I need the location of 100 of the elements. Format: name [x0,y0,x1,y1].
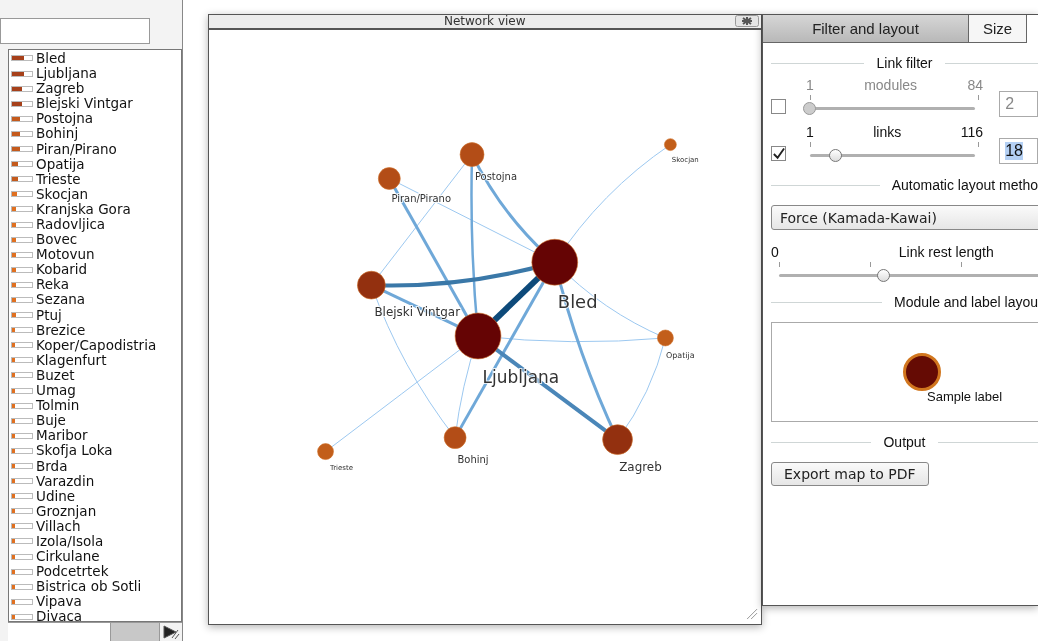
list-item[interactable]: Bistrica ob Sotli [9,579,181,595]
list-item[interactable]: Izola/Isola [9,533,181,549]
strength-bar [11,176,33,183]
list-item[interactable]: Motovun [9,247,181,263]
value-field[interactable]: 18 [999,138,1038,164]
module-node[interactable] [443,426,466,449]
strength-bar [11,613,33,620]
range-min: 1 [805,77,814,93]
list-item[interactable]: Klagenfurt [9,352,181,368]
module-node[interactable] [601,424,633,455]
checkbox[interactable] [771,146,786,161]
module-node[interactable] [356,270,386,300]
list-item[interactable]: Koper/Capodistria [9,337,181,353]
strength-bar [11,85,33,92]
section-title: Link filter [876,55,933,71]
list-item[interactable]: Varazdin [9,473,181,489]
module-node[interactable] [377,167,401,190]
list-item[interactable]: Radovljica [9,216,181,233]
list-item[interactable]: Trieste [9,171,181,187]
module-node[interactable] [663,138,677,151]
list-item[interactable]: Brda [9,458,181,474]
list-item[interactable]: Groznjan [9,503,181,519]
strength-bar [11,402,33,409]
slider-label: links [873,124,902,140]
list-item[interactable]: Sezana [9,292,181,308]
list-item[interactable]: Blejski Vintgar [9,96,181,112]
list-item[interactable]: Ptuj [9,307,181,323]
slider-thumb[interactable] [877,269,890,282]
node-label: Zagreb [618,459,662,474]
module-node[interactable] [459,142,484,167]
strength-bar [11,327,33,334]
strength-bar [11,583,33,590]
node-label: Opatija [665,350,695,360]
list-item[interactable]: Vipava [9,594,181,610]
list-item[interactable]: Bovec [9,232,181,248]
slider-label: Link rest length [898,244,994,260]
tab[interactable]: Size [969,15,1028,43]
list-item[interactable]: Skofja Loka [9,443,181,459]
list-item[interactable]: Villach [9,518,181,534]
strength-bar [11,463,33,469]
strength-bar [11,387,33,394]
range-max: 84 [967,77,984,93]
strength-bar [11,598,33,605]
strength-bar [11,538,33,545]
list-item[interactable]: Maribor [9,428,181,444]
strength-bar [11,236,33,243]
strength-bar [11,251,33,258]
list-item[interactable]: Ljubljana [9,66,181,82]
strength-bar [11,478,33,485]
strength-bar [11,568,33,575]
list-item[interactable]: Cirkulane [9,549,181,565]
sample-node-icon [903,353,941,391]
list-item[interactable]: Bohinj [9,126,181,142]
layout-dropdown[interactable]: Force (Kamada-Kawai) [771,205,1038,230]
section-title: Output [883,434,926,450]
strength-bar [11,357,33,364]
resize-grip-icon[interactable] [746,608,758,620]
range-min: 1 [805,124,814,140]
strength-bar [11,372,33,379]
strength-bar [11,432,33,439]
list-item[interactable]: Kobarid [9,262,181,278]
list-item[interactable]: Piran/Pirano [9,141,181,157]
strength-bar [11,553,33,560]
list-item[interactable]: Skocjan [9,186,181,202]
list-item[interactable]: Umag [9,383,181,399]
strength-bar [11,312,33,319]
search-field[interactable] [0,18,150,44]
gear-icon[interactable] [735,15,759,27]
strength-bar [11,161,33,168]
node-label: Bohinj [457,453,489,465]
resize-grip-icon[interactable] [161,624,180,640]
module-node[interactable] [656,329,674,347]
range-min: 0 [771,244,779,260]
list-item[interactable]: Tolmin [9,398,181,414]
list-item[interactable]: Bled [9,50,181,66]
module-node[interactable] [531,239,578,286]
list-item[interactable]: Kranjska Gora [9,201,181,217]
list-item[interactable]: Zagreb [9,81,181,97]
list-item[interactable]: Postojna [9,111,181,127]
export-button[interactable]: Export map to PDF [771,462,929,486]
list-item[interactable]: Podcetrtek [9,564,181,580]
scroll-thumb[interactable] [110,623,160,641]
list-item[interactable]: Divaca [9,609,181,621]
scrollbar[interactable] [8,623,111,641]
strength-bar [11,266,33,273]
module-node[interactable] [316,443,334,460]
list-item[interactable]: Opatija [9,156,181,172]
list-item[interactable]: Udine [9,488,181,504]
strength-bar [11,493,33,500]
list-item[interactable]: Buzet [9,367,181,383]
slider-thumb[interactable] [829,149,843,162]
strength-bar [11,100,33,107]
window-title: Network view [443,15,526,28]
strength-bar [11,115,33,122]
strength-bar [11,447,33,454]
list-item[interactable]: Brezice [9,322,181,338]
tab[interactable]: Filter and layout [763,15,969,43]
list-item[interactable]: Reka [9,277,181,293]
strength-bar [11,206,33,213]
list-item[interactable]: Buje [9,413,181,429]
